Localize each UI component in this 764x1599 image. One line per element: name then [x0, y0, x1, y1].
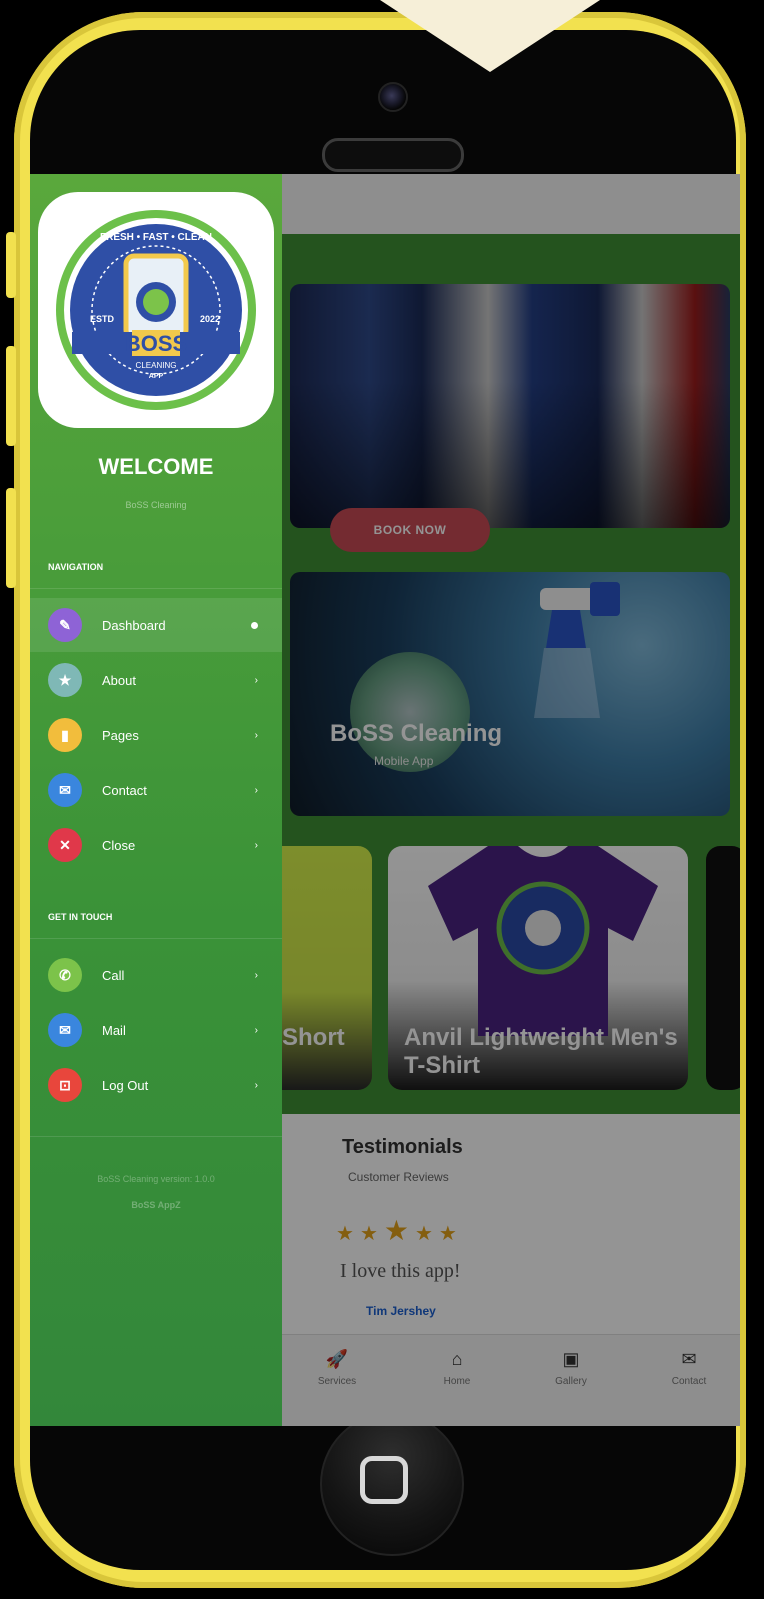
menu-item-logout[interactable]: ⊡ Log Out › [30, 1058, 282, 1112]
menu-item-close[interactable]: ✕ Close › [30, 818, 282, 872]
menu-label: Log Out [102, 1077, 149, 1093]
appz-text: BoSS AppZ [131, 1200, 181, 1210]
menu-label: About [102, 672, 136, 688]
phone-screen: BOOK NOW BoSS Cleaning Mobile App Short … [30, 174, 740, 1426]
logo-container: ESTD 2022 BOSS CLEANING APP FRESH • FAST… [38, 192, 274, 428]
logo-line1: CLEANING [136, 361, 177, 370]
menu-label: Pages [102, 727, 139, 743]
volume-up-button [6, 346, 16, 446]
unlock-icon: ⊡ [48, 1068, 82, 1102]
chevron-right-icon: › [254, 729, 258, 741]
logo-ring-text: FRESH • FAST • CLEAN [100, 232, 212, 243]
star-icon: ★ [48, 663, 82, 697]
volume-down-button [6, 488, 16, 588]
chevron-right-icon: › [254, 784, 258, 796]
logo-line2: APP [149, 373, 164, 380]
divider [30, 588, 282, 589]
chevron-right-icon: › [254, 1024, 258, 1036]
get-in-touch-heading: GET IN TOUCH [48, 912, 113, 922]
mute-switch [6, 232, 16, 298]
chevron-right-icon: › [254, 839, 258, 851]
close-icon: ✕ [48, 828, 82, 862]
top-notch-shape [380, 0, 600, 72]
menu-item-mail[interactable]: ✉ Mail › [30, 1003, 282, 1057]
menu-label: Close [102, 837, 136, 853]
side-drawer: ESTD 2022 BOSS CLEANING APP FRESH • FAST… [30, 174, 282, 1426]
front-camera [378, 82, 408, 112]
envelope-icon: ✉ [48, 1013, 82, 1047]
menu-item-pages[interactable]: ▮ Pages › [30, 708, 282, 762]
phone-icon: ✆ [48, 958, 82, 992]
welcome-title: WELCOME [98, 454, 214, 479]
chevron-right-icon: › [254, 674, 258, 686]
navigation-heading: NAVIGATION [48, 562, 104, 572]
menu-label: Dashboard [102, 617, 166, 633]
active-dot-icon [251, 621, 258, 629]
chevron-right-icon: › [254, 1079, 258, 1091]
divider [30, 1136, 282, 1137]
menu-label: Mail [102, 1022, 126, 1038]
menu-label: Contact [102, 782, 147, 798]
menu-label: Call [102, 967, 125, 983]
envelope-icon: ✉ [48, 773, 82, 807]
menu-item-contact[interactable]: ✉ Contact › [30, 763, 282, 817]
menu-item-dashboard[interactable]: ✎ Dashboard [30, 598, 282, 652]
version-text: BoSS Cleaning version: 1.0.0 [97, 1174, 215, 1184]
chevron-right-icon: › [254, 969, 258, 981]
divider [30, 938, 282, 939]
wrench-icon: ✎ [48, 608, 82, 642]
boss-cleaning-logo: ESTD 2022 BOSS CLEANING APP FRESH • FAST… [56, 210, 256, 410]
earpiece-speaker [322, 138, 464, 172]
home-square-icon [360, 1456, 408, 1504]
file-icon: ▮ [48, 718, 82, 752]
menu-item-call[interactable]: ✆ Call › [30, 948, 282, 1002]
logo-brand: BOSS [125, 331, 187, 356]
welcome-subtitle: BoSS Cleaning [125, 500, 187, 510]
menu-item-about[interactable]: ★ About › [30, 653, 282, 707]
logo-year: 2022 [200, 314, 220, 324]
logo-estd: ESTD [90, 314, 115, 324]
